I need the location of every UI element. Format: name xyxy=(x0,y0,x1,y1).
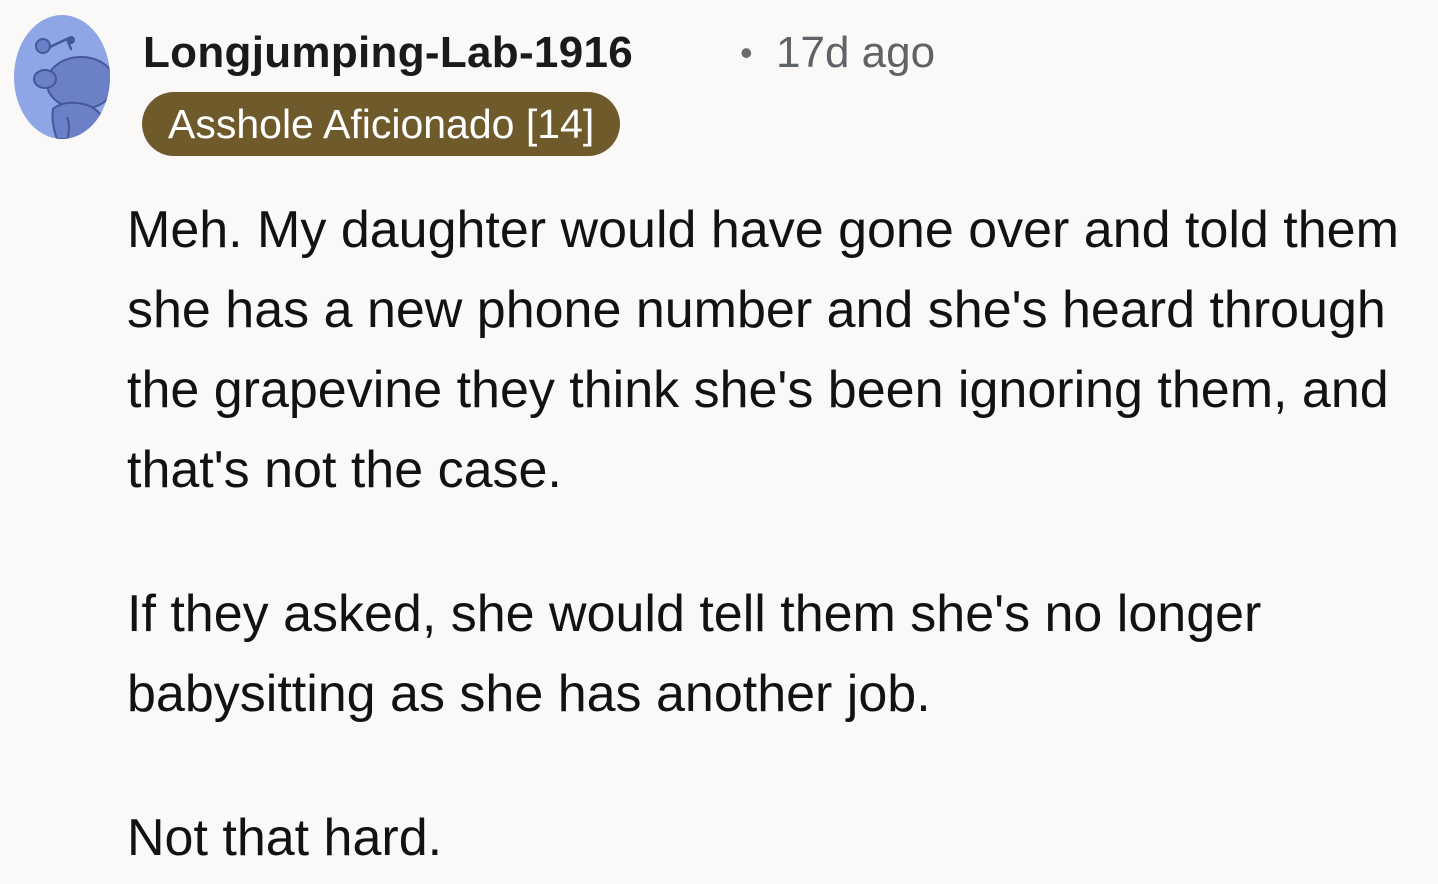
meta-separator: • xyxy=(740,32,753,73)
comment: Longjumping-Lab-1916 • 17d ago Asshole A… xyxy=(0,0,1438,884)
snoo-avatar-icon[interactable] xyxy=(13,13,111,141)
comment-paragraph: If they asked, she would tell them she's… xyxy=(127,585,1262,723)
comment-timestamp[interactable]: 17d ago xyxy=(776,26,935,80)
user-flair-badge[interactable]: Asshole Aficionado [14] xyxy=(142,92,621,156)
comment-paragraph: Not that hard. xyxy=(127,809,443,867)
author-username[interactable]: Longjumping-Lab-1916 xyxy=(143,26,633,80)
comment-body: Meh. My daughter would have gone over an… xyxy=(127,190,1427,878)
comment-paragraph: Meh. My daughter would have gone over an… xyxy=(127,201,1399,499)
